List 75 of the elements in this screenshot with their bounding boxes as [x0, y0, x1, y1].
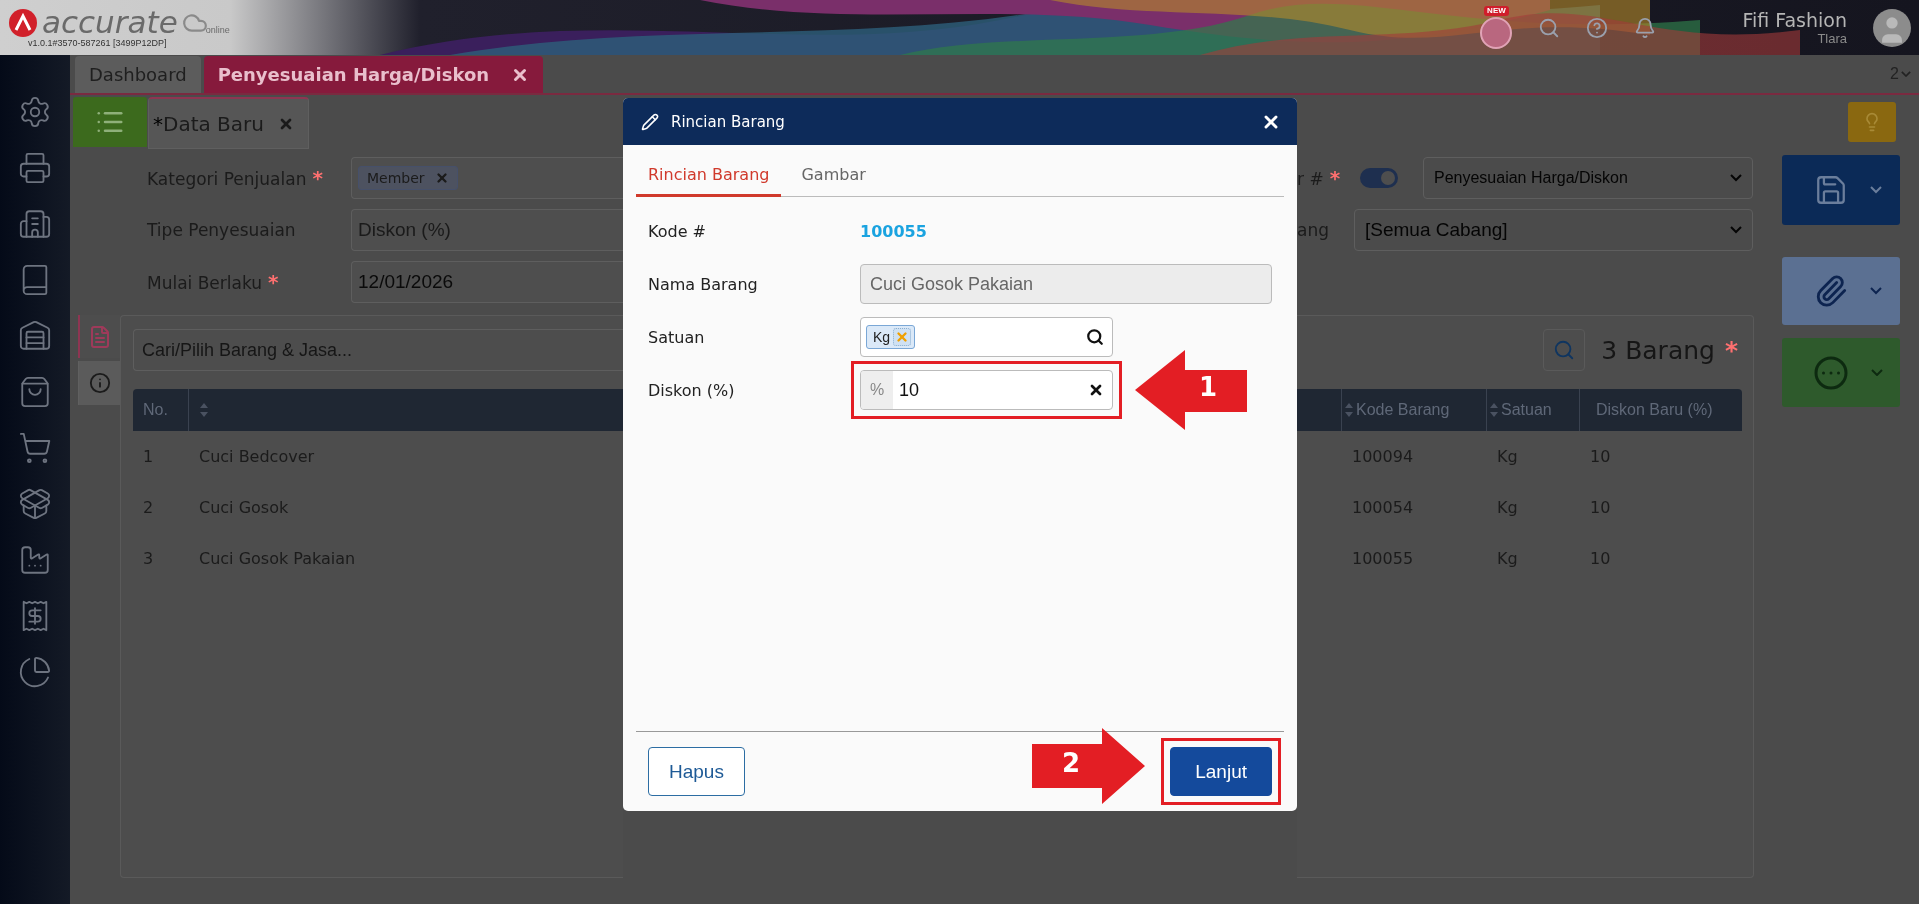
attachment-button[interactable]	[1782, 257, 1900, 325]
input-field: Cuci Gosok Pakaian	[860, 264, 1272, 304]
step-number: 2	[1062, 748, 1081, 778]
continue-button[interactable]: Lanjut	[1170, 747, 1272, 796]
bell-icon[interactable]	[1634, 16, 1657, 39]
building-icon[interactable]	[18, 207, 52, 241]
search-icon[interactable]	[1086, 328, 1104, 346]
field-label: Kode #	[648, 221, 707, 241]
logo-subtitle: online	[205, 24, 230, 35]
warehouse-icon[interactable]	[18, 319, 52, 353]
page-tab[interactable]: Penyesuaian Harga/Diskon	[203, 56, 544, 93]
chevron-down-icon	[1870, 287, 1882, 295]
logo-text: accurate	[42, 7, 178, 38]
field-label: Satuan	[648, 327, 706, 347]
info-icon	[88, 372, 111, 394]
new-badge: NEW	[1484, 6, 1509, 16]
column-header[interactable]: Kode Barang	[1356, 401, 1450, 419]
sort-icon[interactable]	[1489, 402, 1499, 418]
select-field[interactable]: Penyesuaian Harga/Diskon	[1423, 157, 1753, 199]
sort-icon[interactable]	[199, 402, 209, 418]
chevron-down-icon	[1730, 174, 1742, 182]
shopping-bag-icon[interactable]	[18, 375, 52, 409]
version-text: v1.0.1#3570-587261 [3499P12DP]	[28, 38, 168, 48]
dialog-header: Rincian Barang	[623, 98, 1297, 145]
clear-button[interactable]	[1088, 382, 1104, 398]
save-button[interactable]	[1782, 155, 1900, 225]
more-options-button[interactable]	[1782, 338, 1900, 407]
ellipsis-icon	[1813, 354, 1849, 391]
unit-field[interactable]: Kg	[860, 317, 1113, 357]
gear-icon[interactable]	[18, 95, 52, 129]
column-header[interactable]: Diskon Baru (%)	[1596, 401, 1713, 419]
search-field[interactable]: Cari/Pilih Barang & Jasa...	[133, 329, 623, 371]
user-avatar[interactable]	[1873, 8, 1911, 47]
list-button[interactable]	[73, 97, 147, 147]
cart-icon[interactable]	[18, 431, 52, 465]
chevron-down-icon	[1901, 71, 1911, 77]
save-icon	[1814, 173, 1848, 207]
discount-field[interactable]: % 10	[860, 370, 1113, 410]
toggle-switch[interactable]	[1360, 168, 1398, 188]
member-tag: Member	[358, 166, 458, 190]
input-field[interactable]: Member	[351, 157, 623, 199]
unit-tag: Kg	[866, 325, 916, 349]
close-icon	[1088, 382, 1104, 398]
close-icon	[895, 330, 910, 344]
company-name: Fifi Fashion	[1742, 9, 1847, 31]
column-header[interactable]: Satuan	[1501, 401, 1552, 419]
page-tab[interactable]: Dashboard	[75, 56, 201, 93]
search-icon	[1553, 339, 1576, 361]
dialog-tab[interactable]: Rincian Barang	[636, 165, 782, 197]
chevron-down-icon	[1870, 186, 1882, 194]
help-icon[interactable]	[1586, 16, 1609, 39]
item-code-link[interactable]: 100055	[860, 221, 927, 241]
paperclip-icon	[1814, 274, 1848, 308]
sort-icon[interactable]	[1344, 402, 1354, 418]
chevron-down-icon	[1730, 226, 1742, 234]
user-name: Tlara	[1817, 31, 1847, 46]
pencil-icon	[641, 112, 659, 131]
step-number: 1	[1199, 372, 1218, 402]
dialog-tab[interactable]: Gambar	[789, 165, 878, 197]
factory-icon[interactable]	[18, 543, 52, 577]
package-icon[interactable]	[18, 487, 52, 521]
select-field[interactable]: [Semua Cabang]	[1354, 209, 1753, 251]
delete-button[interactable]: Hapus	[648, 747, 745, 796]
document-icon	[88, 324, 112, 349]
input-field[interactable]: 12/01/2026	[351, 261, 623, 303]
document-tab[interactable]: *Data Baru	[148, 97, 309, 149]
pie-chart-icon[interactable]	[18, 655, 52, 689]
field-label: Nama Barang	[648, 274, 759, 294]
logo-icon	[8, 7, 38, 38]
printer-icon[interactable]	[18, 151, 52, 185]
chevron-down-icon	[1871, 368, 1883, 377]
search-button[interactable]	[1543, 329, 1586, 371]
info-tab-button[interactable]	[78, 361, 120, 405]
column-header[interactable]: No.	[143, 401, 168, 419]
field-label: Diskon (%)	[648, 380, 736, 400]
